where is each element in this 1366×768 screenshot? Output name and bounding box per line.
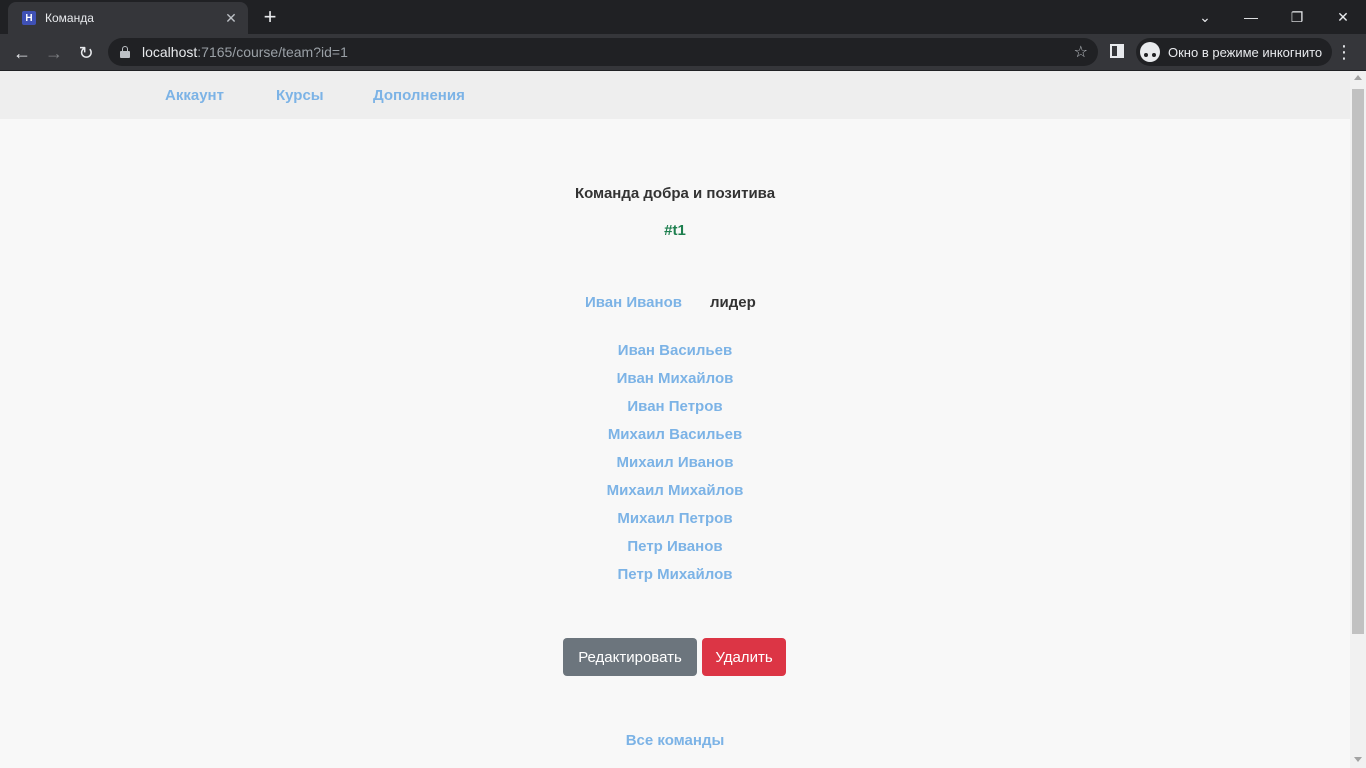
member-link[interactable]: Михаил Иванов	[0, 452, 1350, 480]
scroll-down-icon[interactable]	[1354, 757, 1362, 762]
team-name: Команда добра и позитива	[574, 185, 776, 202]
member-link[interactable]: Иван Васильев	[0, 340, 1350, 368]
tab-search-icon[interactable]: ⌄	[1182, 0, 1228, 34]
side-panel-icon[interactable]	[1110, 44, 1124, 58]
url-host: localhost	[142, 44, 198, 60]
url-path: :7165/course/team?id=1	[197, 44, 348, 60]
close-tab-icon[interactable]: ✕	[222, 9, 240, 27]
restore-icon[interactable]: ❐	[1274, 0, 1320, 34]
nav-courses-link[interactable]: Курсы	[276, 87, 324, 104]
member-link[interactable]: Петр Михайлов	[0, 564, 1350, 592]
address-bar[interactable]: localhost:7165/course/team?id=1 ☆	[108, 38, 1098, 66]
leader-name-link[interactable]: Иван Иванов	[585, 294, 682, 311]
reload-icon[interactable]: ↻	[72, 39, 100, 67]
incognito-icon	[1140, 42, 1160, 62]
leader-row: Иван Иванов лидер	[585, 294, 756, 311]
bookmark-star-icon[interactable]: ☆	[1074, 42, 1088, 62]
edit-button[interactable]: Редактировать	[563, 638, 697, 676]
team-tag: #t1	[664, 222, 686, 239]
new-tab-icon[interactable]: +	[258, 5, 282, 29]
member-list: Иван Васильев Иван Михайлов Иван Петров …	[0, 340, 1350, 592]
member-link[interactable]: Иван Михайлов	[0, 368, 1350, 396]
close-window-icon[interactable]: ✕	[1320, 0, 1366, 34]
browser-toolbar: ← → ↻ localhost:7165/course/team?id=1 ☆ …	[0, 34, 1366, 71]
tab-title: Команда	[45, 11, 94, 25]
member-link[interactable]: Петр Иванов	[0, 536, 1350, 564]
minimize-icon[interactable]: —	[1228, 0, 1274, 34]
incognito-label: Окно в режиме инкогнито	[1168, 44, 1323, 60]
site-nav: Аккаунт Курсы Дополнения	[0, 71, 1350, 119]
page-scrollbar[interactable]	[1350, 71, 1366, 768]
delete-button[interactable]: Удалить	[702, 638, 786, 676]
page: Аккаунт Курсы Дополнения Команда добра и…	[0, 71, 1350, 768]
nav-extras-link[interactable]: Дополнения	[373, 87, 465, 104]
member-link[interactable]: Михаил Петров	[0, 508, 1350, 536]
leader-role-label: лидер	[709, 294, 756, 311]
forward-icon[interactable]: →	[40, 39, 68, 67]
member-link[interactable]: Михаил Михайлов	[0, 480, 1350, 508]
lock-icon[interactable]	[120, 46, 130, 58]
member-link[interactable]: Михаил Васильев	[0, 424, 1350, 452]
back-icon[interactable]: ←	[8, 39, 36, 67]
scroll-thumb[interactable]	[1352, 89, 1364, 634]
browser-tab[interactable]: H Команда ✕	[8, 2, 248, 34]
incognito-indicator[interactable]: Окно в режиме инкогнито	[1136, 38, 1333, 66]
browser-titlebar: H Команда ✕ + ⌄ — ❐ ✕	[0, 0, 1366, 34]
nav-account-link[interactable]: Аккаунт	[165, 87, 224, 104]
browser-menu-icon[interactable]: ⋮	[1334, 38, 1354, 66]
favicon-icon: H	[22, 11, 36, 25]
scroll-up-icon[interactable]	[1354, 75, 1362, 80]
member-link[interactable]: Иван Петров	[0, 396, 1350, 424]
all-teams-link[interactable]: Все команды	[0, 732, 1350, 749]
